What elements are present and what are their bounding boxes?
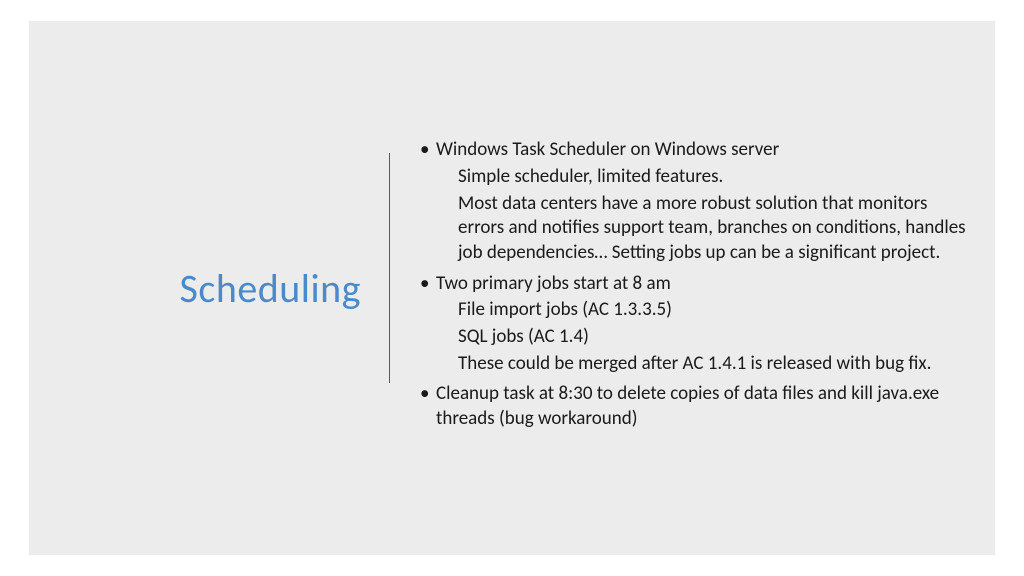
content-zone: • Windows Task Scheduler on Windows serv… bbox=[390, 138, 995, 438]
bullet-dot-icon: • bbox=[414, 382, 436, 431]
slide: Scheduling • Windows Task Scheduler on W… bbox=[29, 21, 995, 555]
bullet-dot-icon: • bbox=[414, 138, 436, 163]
bullet-text: Windows Task Scheduler on Windows server bbox=[436, 138, 971, 163]
bullet-text: Two primary jobs start at 8 am bbox=[436, 272, 971, 297]
bullet-item: • Cleanup task at 8:30 to delete copies … bbox=[414, 382, 971, 431]
bullet-line: • Windows Task Scheduler on Windows serv… bbox=[414, 138, 971, 163]
sub-line: These could be merged after AC 1.4.1 is … bbox=[414, 352, 971, 377]
slide-title: Scheduling bbox=[180, 264, 361, 313]
bullet-item: • Windows Task Scheduler on Windows serv… bbox=[414, 138, 971, 265]
bullet-dot-icon: • bbox=[414, 272, 436, 297]
title-zone: Scheduling bbox=[29, 21, 389, 555]
bullet-line: • Two primary jobs start at 8 am bbox=[414, 272, 971, 297]
bullet-text: Cleanup task at 8:30 to delete copies of… bbox=[436, 382, 971, 431]
sub-line: SQL jobs (AC 1.4) bbox=[414, 325, 971, 350]
sub-line: Simple scheduler, limited features. bbox=[414, 165, 971, 190]
sub-line: File import jobs (AC 1.3.3.5) bbox=[414, 298, 971, 323]
bullet-line: • Cleanup task at 8:30 to delete copies … bbox=[414, 382, 971, 431]
bullet-item: • Two primary jobs start at 8 am File im… bbox=[414, 272, 971, 377]
sub-line: Most data centers have a more robust sol… bbox=[414, 192, 971, 266]
